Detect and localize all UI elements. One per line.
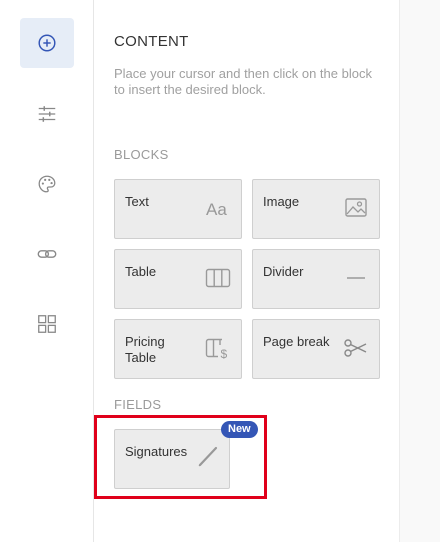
highlight-box — [94, 415, 267, 499]
rail-settings-button[interactable] — [20, 89, 74, 139]
block-label: Table — [125, 264, 157, 279]
grid-icon — [38, 315, 56, 333]
rail-content-button[interactable] — [20, 18, 74, 68]
block-pricing-table[interactable]: Pricing Table $ — [114, 319, 242, 379]
image-icon — [343, 196, 369, 220]
plus-circle-icon — [38, 34, 56, 52]
block-label: Pricing Table — [125, 334, 165, 365]
block-text[interactable]: Text Aa — [114, 179, 242, 239]
block-divider[interactable]: Divider — [252, 249, 380, 309]
text-aa-icon: Aa — [205, 196, 231, 220]
rail-links-button[interactable] — [20, 229, 74, 279]
block-image[interactable]: Image — [252, 179, 380, 239]
block-label: Image — [263, 194, 300, 209]
divider-line-icon — [343, 266, 369, 290]
block-table[interactable]: Table — [114, 249, 242, 309]
block-label: Page break — [263, 334, 330, 349]
left-icon-rail — [0, 0, 94, 542]
block-page-break[interactable]: Page break — [252, 319, 380, 379]
rail-design-button[interactable] — [20, 159, 74, 209]
blocks-section-label: BLOCKS — [114, 147, 169, 162]
panel-description: Place your cursor and then click on the … — [114, 66, 372, 97]
palette-icon — [38, 175, 56, 193]
table-columns-icon — [205, 266, 231, 290]
scissors-icon — [343, 336, 369, 360]
block-label: Text — [125, 194, 149, 209]
sliders-icon — [38, 106, 56, 122]
block-label: Divider — [263, 264, 304, 279]
fields-section-label: FIELDS — [114, 397, 162, 412]
svg-text:Aa: Aa — [206, 200, 227, 219]
right-canvas-edge — [399, 0, 440, 542]
pricing-table-icon: $ — [205, 336, 231, 360]
rail-apps-button[interactable] — [20, 299, 74, 349]
svg-text:$: $ — [221, 347, 228, 360]
panel-title: CONTENT — [114, 33, 189, 50]
link-icon — [37, 250, 57, 258]
